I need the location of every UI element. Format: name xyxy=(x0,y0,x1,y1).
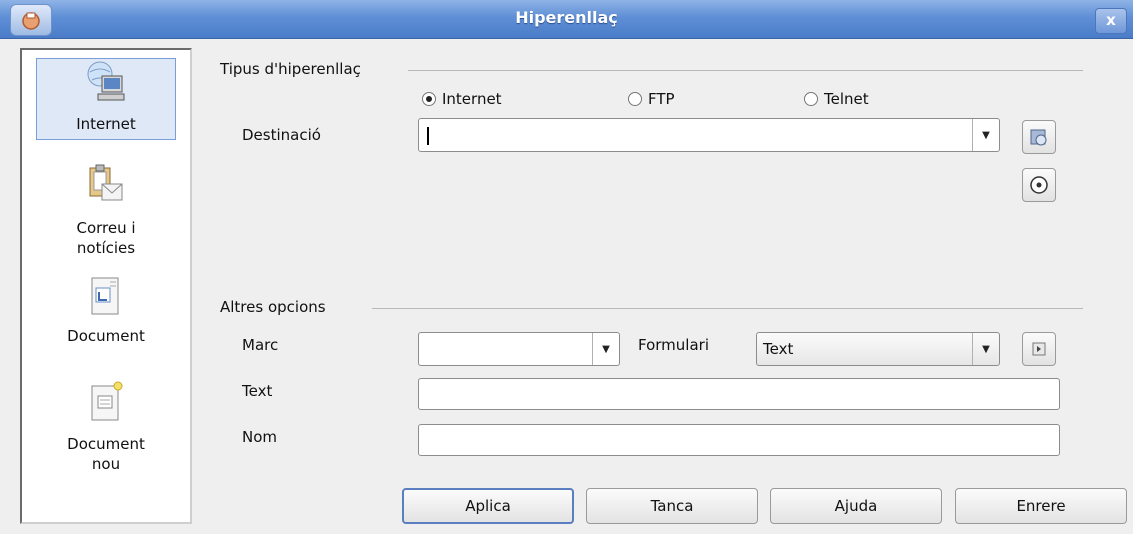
events-button[interactable] xyxy=(1022,332,1056,366)
name-input[interactable] xyxy=(418,424,1060,456)
section-divider xyxy=(408,70,1083,71)
radio-dot[interactable] xyxy=(804,92,818,106)
radio-telnet[interactable]: Telnet xyxy=(804,90,869,108)
category-new-document[interactable]: Document nou xyxy=(22,380,190,480)
title-bar: Hiperenllaç x xyxy=(0,0,1133,39)
form-value: Text xyxy=(763,340,794,358)
form-combobox[interactable]: Text ▼ xyxy=(756,332,1000,366)
category-document[interactable]: Document xyxy=(22,276,190,356)
text-label: Text xyxy=(242,382,273,400)
chevron-down-icon[interactable]: ▼ xyxy=(972,119,999,151)
chevron-down-icon[interactable]: ▼ xyxy=(972,333,999,365)
radio-dot[interactable] xyxy=(628,92,642,106)
chevron-down-icon[interactable]: ▼ xyxy=(592,333,619,365)
web-browser-icon xyxy=(1030,129,1047,146)
category-label-line2: notícies xyxy=(76,239,136,257)
hyperlink-type-title: Tipus d'hiperenllaç xyxy=(220,60,361,78)
radio-dot-selected[interactable] xyxy=(422,92,436,106)
category-mail-news[interactable]: Correu i notícies xyxy=(22,164,190,264)
text-input[interactable] xyxy=(418,378,1060,410)
open-browser-button[interactable] xyxy=(1022,120,1056,154)
radio-label: Internet xyxy=(442,90,502,108)
text-caret xyxy=(427,127,429,145)
category-label-line1: Document xyxy=(67,435,145,453)
category-label-line2: nou xyxy=(91,455,121,473)
destination-combobox[interactable]: ▼ xyxy=(418,118,1000,152)
radio-internet[interactable]: Internet xyxy=(422,90,502,108)
frame-label: Marc xyxy=(242,336,279,354)
events-icon xyxy=(1032,342,1046,356)
radio-label: Telnet xyxy=(824,90,869,108)
back-button[interactable]: Enrere xyxy=(955,488,1127,524)
target-in-document-button[interactable] xyxy=(1022,168,1056,202)
category-label: Document xyxy=(67,327,145,345)
category-label-line1: Correu i xyxy=(76,219,136,237)
frame-combobox[interactable]: ▼ xyxy=(418,332,620,366)
clipboard-mail-icon xyxy=(89,164,123,201)
destination-label: Destinació xyxy=(242,126,321,144)
target-icon xyxy=(1030,176,1048,194)
name-label: Nom xyxy=(242,428,278,446)
globe-computer-icon xyxy=(87,61,125,101)
category-internet[interactable]: Internet xyxy=(22,58,190,140)
category-label: Internet xyxy=(76,115,136,133)
document-icon xyxy=(91,277,119,315)
new-document-icon xyxy=(91,381,123,421)
help-button[interactable]: Ajuda xyxy=(770,488,942,524)
close-window-button[interactable]: x xyxy=(1095,8,1127,34)
radio-label: FTP xyxy=(648,90,675,108)
close-button[interactable]: Tanca xyxy=(586,488,758,524)
window-title: Hiperenllaç xyxy=(515,8,618,27)
other-options-title: Altres opcions xyxy=(220,298,326,316)
apply-button[interactable]: Aplica xyxy=(402,488,574,524)
radio-ftp[interactable]: FTP xyxy=(628,90,675,108)
form-label: Formulari xyxy=(638,336,709,354)
category-list: Internet Correu i notícies Document Docu… xyxy=(20,48,192,524)
section-divider xyxy=(372,308,1083,309)
